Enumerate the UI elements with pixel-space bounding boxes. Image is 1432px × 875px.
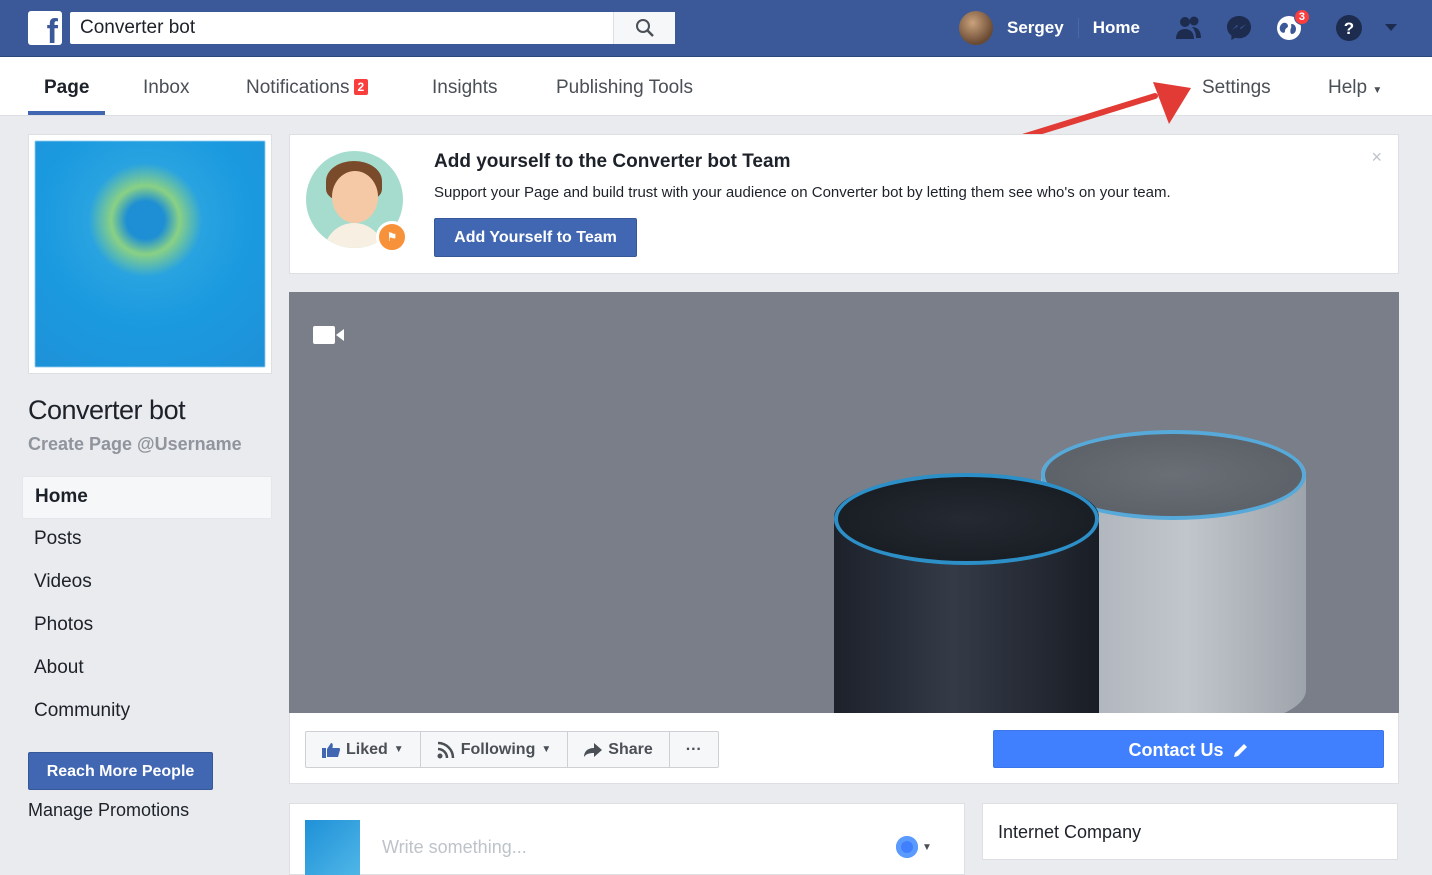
tab-help-label: Help [1328,77,1368,98]
team-card-description: Support your Page and build trust with y… [434,184,1171,201]
tab-help[interactable]: Help ▼ [1328,57,1382,115]
flag-icon: ⚑ [376,221,408,253]
side-nav-posts[interactable]: Posts [22,519,272,562]
about-card: Internet Company [982,803,1398,860]
side-nav-community[interactable]: Community [22,691,272,734]
profile-link[interactable]: Sergey [993,18,1079,38]
cover-video[interactable] [289,292,1399,713]
tab-insights[interactable]: Insights [432,57,497,115]
action-bar: Liked ▼ Following ▼ Share ··· Contact Us [289,713,1399,784]
notification-badge: 3 [1293,9,1310,25]
tab-notifications[interactable]: Notifications 2 [246,57,369,115]
caret-down-icon: ▼ [1372,85,1383,96]
side-nav-home[interactable]: Home [22,476,272,519]
search-bar [70,12,675,44]
caret-down-icon: ▼ [541,744,552,755]
tab-settings[interactable]: Settings [1202,57,1271,115]
help-icon[interactable]: ? [1334,13,1364,43]
page-nav: Page Inbox Notifications 2 Insights Publi… [0,57,1432,116]
contact-us-label: Contact Us [1128,740,1224,760]
share-label: Share [608,741,653,758]
team-card-title: Add yourself to the Converter bot Team [434,151,791,172]
speaker-black-top [834,473,1099,565]
search-button[interactable] [613,12,675,44]
liked-button[interactable]: Liked ▼ [306,732,421,767]
action-buttons: Liked ▼ Following ▼ Share ··· [305,731,719,768]
post-composer: Write something... ▼ [289,803,965,875]
side-nav-videos[interactable]: Videos [22,562,272,605]
search-input[interactable] [70,13,613,43]
search-icon [635,19,654,37]
rss-icon [437,741,454,758]
add-yourself-button[interactable]: Add Yourself to Team [434,218,637,257]
contact-us-button[interactable]: Contact Us [993,730,1384,768]
liked-label: Liked [346,741,388,758]
tab-page[interactable]: Page [44,57,89,115]
pencil-icon [1233,744,1247,757]
composer-input[interactable]: Write something... [382,837,527,858]
caret-down-icon: ▼ [922,841,932,853]
page-title[interactable]: Converter bot [28,395,186,426]
globe-icon [896,836,918,858]
messenger-icon[interactable] [1224,13,1254,43]
audience-selector[interactable]: ▼ [896,836,932,858]
thumbs-up-icon [322,742,340,758]
active-tab-indicator [28,111,105,115]
profile-picture[interactable] [28,134,272,374]
side-nav: Home Posts Videos Photos About Community [22,476,272,734]
caret-down-icon: ▼ [393,744,404,755]
top-bar: f Sergey Home 3 ? [0,0,1432,57]
share-arrow-icon [584,742,603,757]
close-icon[interactable]: × [1371,147,1382,168]
globe-icon[interactable]: 3 [1274,9,1310,43]
home-link[interactable]: Home [1079,18,1154,38]
profile-picture-image [35,141,265,367]
caret-down-icon[interactable] [1376,13,1406,43]
following-button[interactable]: Following ▼ [421,732,569,767]
tab-notifications-label: Notifications [246,77,350,98]
reach-more-people-button[interactable]: Reach More People [28,752,213,790]
tab-inbox[interactable]: Inbox [143,57,189,115]
friends-icon[interactable] [1174,13,1204,43]
facebook-logo[interactable]: f [28,11,62,45]
team-card: ⚑ Add yourself to the Converter bot Team… [289,134,1399,274]
following-label: Following [460,741,536,758]
manage-promotions-link[interactable]: Manage Promotions [28,800,189,821]
tab-publishing-tools[interactable]: Publishing Tools [556,57,693,115]
top-right-nav: Sergey Home 3 ? [955,0,1406,56]
avatar[interactable] [959,11,993,45]
side-nav-photos[interactable]: Photos [22,605,272,648]
share-button[interactable]: Share [568,732,670,767]
page-category[interactable]: Internet Company [998,822,1141,843]
more-options-button[interactable]: ··· [670,732,718,767]
svg-text:?: ? [1344,19,1354,38]
create-username-link[interactable]: Create Page @Username [28,434,242,455]
notifications-badge: 2 [353,79,369,95]
page-thumbnail [305,820,360,875]
side-nav-about[interactable]: About [22,648,272,691]
video-camera-icon [313,326,344,344]
